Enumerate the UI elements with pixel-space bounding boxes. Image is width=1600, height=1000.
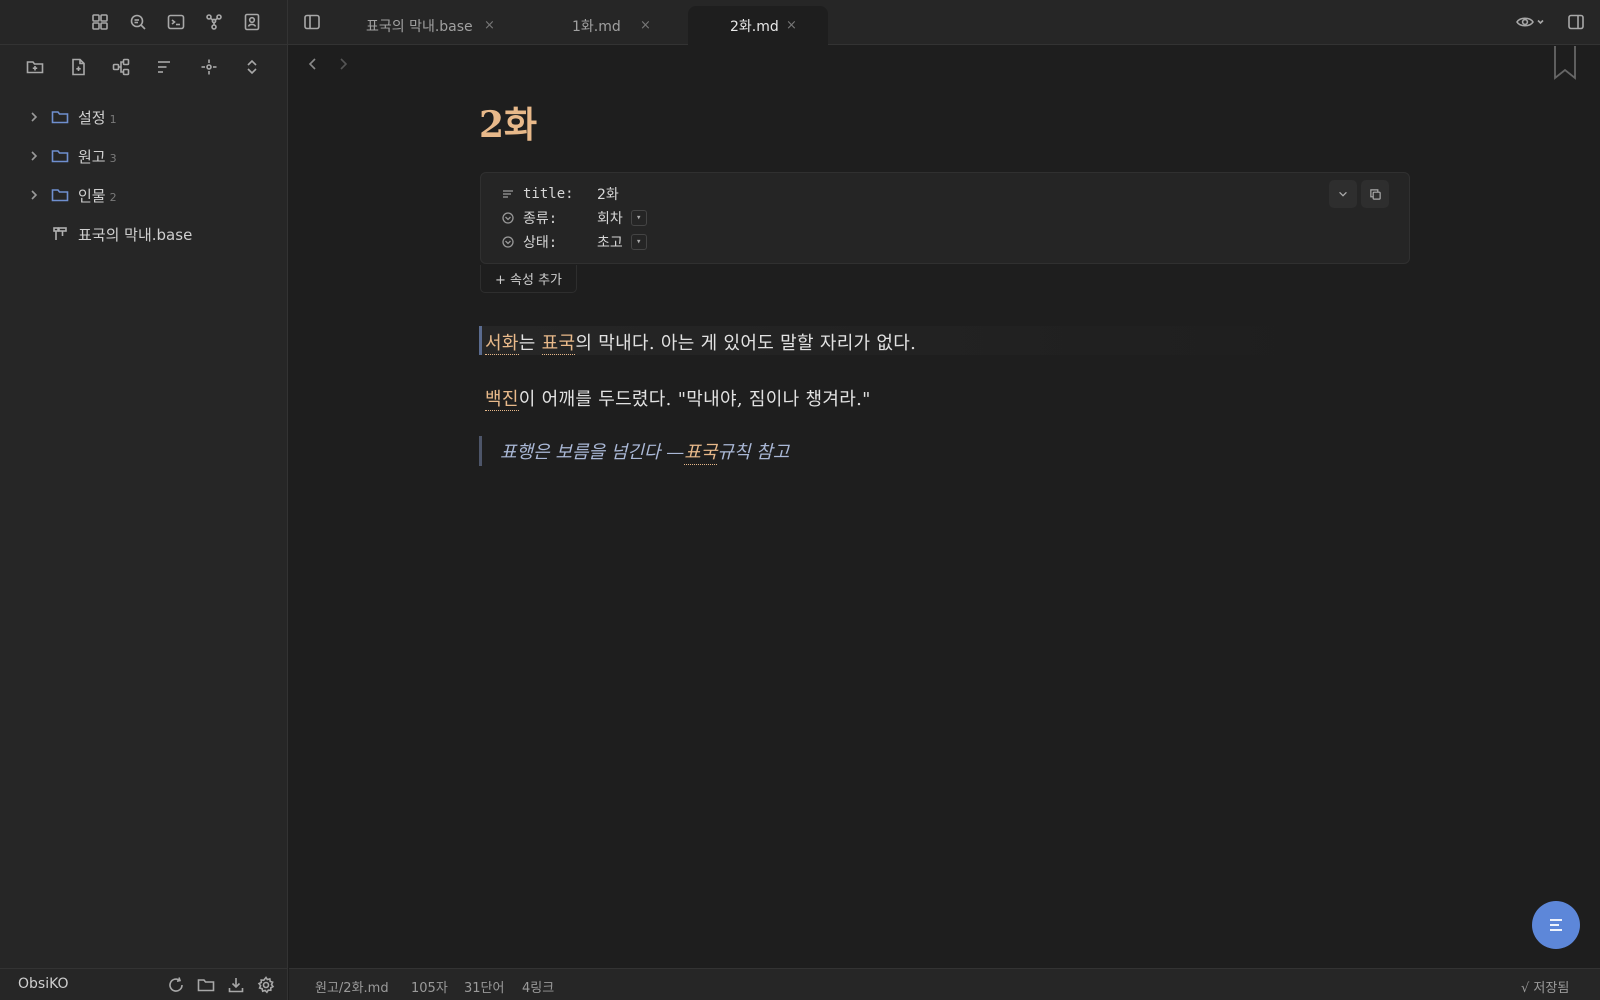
contacts-icon[interactable] [238, 8, 266, 36]
property-key[interactable]: 종류: [523, 208, 597, 228]
tab-label: 1화.md [572, 18, 621, 35]
search-icon[interactable] [124, 8, 152, 36]
file-path[interactable]: 원고/2화.md [315, 977, 389, 996]
text-icon [503, 190, 513, 198]
tab-label: 표국의 막내.base [366, 18, 473, 35]
left-sidebar: 설정 1 원고 3 인물 2 표국의 막내.base ObsiKO [0, 0, 288, 1000]
download-icon[interactable] [222, 971, 250, 999]
property-value[interactable]: 2화 [597, 184, 619, 204]
paragraph-text: 이 어깨를 두드렸다. "막내야, 짐이나 챙겨라." [518, 389, 871, 410]
tree-item-label: 설정 [78, 108, 106, 127]
sync-icon[interactable] [162, 971, 190, 999]
quote-text: 표행은 보름을 넘긴다 — [500, 442, 685, 463]
tree-item-count: 1 [109, 112, 117, 126]
page-title[interactable]: 2화 [479, 96, 537, 148]
gear-icon[interactable] [252, 971, 280, 999]
property-row[interactable]: title: 2화 [501, 183, 619, 205]
tab-base-file[interactable]: 표국의 막내.base × [358, 6, 518, 45]
paragraph[interactable]: 서화는 표국의 막내다. 아는 게 있어도 말할 자리가 없다. [485, 329, 916, 355]
bookmark-icon[interactable] [1552, 46, 1578, 80]
forward-icon[interactable] [329, 50, 357, 78]
close-icon[interactable]: × [786, 18, 797, 33]
folder-open-icon[interactable] [192, 971, 220, 999]
select-icon [502, 236, 514, 248]
property-row[interactable]: 상태: 초고 ▾ [501, 231, 647, 253]
add-property-button[interactable]: + 속성 추가 [480, 265, 577, 293]
tree-item-settings[interactable]: 설정 1 [0, 100, 288, 134]
menu-lines-icon [1550, 919, 1562, 931]
file-explorer-actions [0, 45, 288, 93]
link-count: 4링크 [522, 981, 555, 996]
properties-panel: title: 2화 종류: 회차 ▾ 상태: 초고 ▾ [480, 172, 1410, 264]
property-value[interactable]: 회차 [597, 208, 623, 228]
collapse-icon[interactable] [238, 53, 266, 81]
quote-text: 규칙 참고 [717, 442, 790, 463]
collapse-properties-icon[interactable] [1329, 180, 1357, 208]
folder-icon [51, 150, 69, 163]
back-icon[interactable] [299, 50, 327, 78]
new-note-icon[interactable] [64, 53, 92, 81]
wiki-link[interactable]: 표국 [541, 333, 576, 355]
sidebar-footer: ObsiKO [0, 968, 288, 1000]
sidebar-toggle-icon[interactable] [298, 8, 326, 36]
property-key[interactable]: title: [523, 186, 597, 202]
new-folder-icon[interactable] [21, 53, 49, 81]
tree-item-label: 인물 [78, 186, 106, 205]
property-value[interactable]: 초고 [597, 232, 623, 252]
tree-item-label: 원고 [78, 147, 106, 166]
graph-icon[interactable] [200, 8, 228, 36]
wiki-link[interactable]: 표국 [684, 438, 718, 465]
paragraph[interactable]: 백진이 어깨를 두드렸다. "막내야, 짐이나 챙겨라." [485, 385, 871, 411]
tree-item-label: 표국의 막내.base [78, 225, 193, 244]
base-file-icon [53, 227, 67, 240]
chevron-down-icon[interactable]: ▾ [630, 234, 647, 250]
save-status: √ 저장됨 [1521, 981, 1570, 996]
tab-label: 2화.md [730, 18, 779, 35]
tree-item-count: 2 [109, 190, 117, 204]
tree-item-base-file[interactable]: 표국의 막내.base [0, 217, 288, 251]
chevron-right-icon[interactable] [27, 188, 41, 202]
right-sidebar-toggle-icon[interactable] [1562, 8, 1590, 36]
tree-item-characters[interactable]: 인물 2 [0, 178, 288, 212]
vault-name[interactable]: ObsiKO [18, 976, 69, 992]
blockquote[interactable]: 표행은 보름을 넘긴다 — 표국 규칙 참고 [479, 436, 789, 466]
property-row[interactable]: 종류: 회차 ▾ [501, 207, 647, 229]
dashboard-icon[interactable] [86, 8, 114, 36]
tab-chapter-2[interactable]: 2화.md × [688, 6, 828, 45]
char-count: 105자 [411, 981, 448, 996]
word-count: 31단어 [464, 981, 505, 996]
folder-icon [51, 189, 69, 202]
chevron-right-icon[interactable] [27, 110, 41, 124]
editor-pane[interactable]: 2화 title: 2화 종류: 회차 ▾ 상태: 초고 ▾ + 속성 추가 서… [289, 46, 1600, 968]
close-icon[interactable]: × [484, 18, 495, 33]
property-key[interactable]: 상태: [523, 232, 597, 252]
tab-bar: 표국의 막내.base × 1화.md × 2화.md × [288, 0, 1600, 45]
copy-icon[interactable] [1361, 180, 1389, 208]
tree-item-count: 3 [109, 151, 117, 165]
chevron-right-icon[interactable] [27, 149, 41, 163]
locate-icon[interactable] [195, 53, 223, 81]
outline-button[interactable] [1532, 901, 1580, 949]
ribbon-top [0, 0, 288, 45]
status-bar: 원고/2화.md 105자 31단어 4링크 √ 저장됨 [289, 968, 1600, 1000]
sort-icon[interactable] [150, 53, 178, 81]
canvas-icon[interactable] [107, 53, 135, 81]
close-icon[interactable]: × [640, 18, 651, 33]
wiki-link[interactable]: 서화 [485, 333, 519, 355]
tab-chapter-1[interactable]: 1화.md × [528, 6, 668, 45]
tree-item-manuscript[interactable]: 원고 3 [0, 139, 288, 173]
select-icon [502, 212, 514, 224]
folder-icon [51, 111, 69, 124]
wiki-link[interactable]: 백진 [485, 389, 519, 411]
paragraph-text: 는 [518, 333, 542, 354]
chevron-down-icon[interactable]: ▾ [630, 210, 647, 226]
paragraph-text: 의 막내다. 아는 게 있어도 말할 자리가 없다. [575, 333, 917, 354]
reading-view-icon[interactable] [1512, 8, 1548, 36]
terminal-icon[interactable] [162, 8, 190, 36]
